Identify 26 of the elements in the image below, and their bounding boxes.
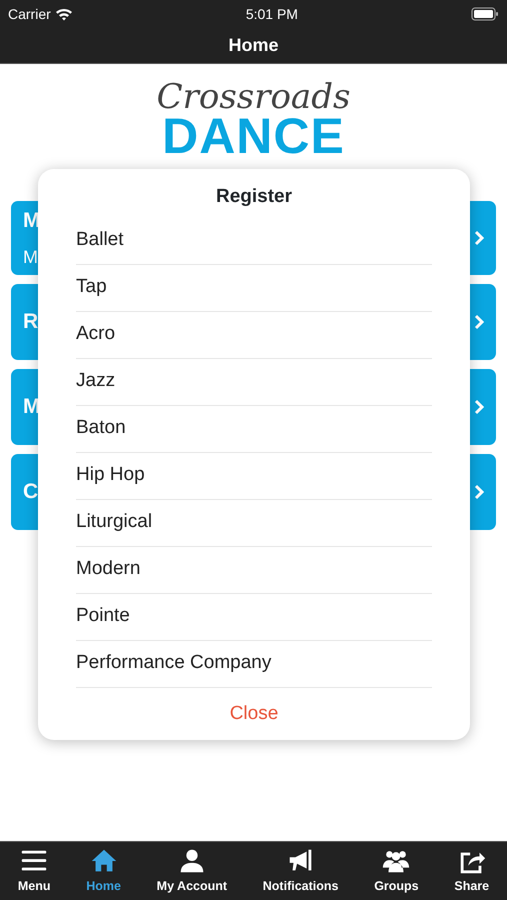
clock-text: 5:01 PM	[246, 4, 298, 24]
card-title: C	[23, 479, 38, 506]
dialog-option[interactable]: Modern	[76, 546, 432, 594]
tab-item[interactable]: My Account	[156, 846, 228, 896]
dialog-title: Register	[214, 185, 294, 209]
dialog-option[interactable]: Baton	[76, 406, 432, 452]
dialog-option[interactable]: Pointe	[76, 594, 432, 640]
nav-title: Home	[228, 34, 278, 57]
card-subtitle: M	[23, 246, 39, 270]
dialog-option[interactable]: Performance Company	[76, 640, 432, 688]
carrier-text: Carrier	[8, 4, 51, 24]
dialog-option[interactable]: Ballet	[76, 218, 432, 264]
card-title: R	[23, 309, 38, 336]
tab-item[interactable]: Notifications	[262, 846, 338, 896]
dialog-option[interactable]: Liturgical	[76, 500, 432, 546]
dialog-option[interactable]: Acro	[76, 312, 432, 358]
tab-item[interactable]: Share	[454, 846, 490, 896]
logo-word-text: DANCE	[162, 114, 345, 159]
dialog-option[interactable]: Jazz	[76, 358, 432, 406]
logo-script-text: Crossroads	[156, 80, 350, 114]
tab-item[interactable]: Home	[86, 846, 121, 896]
tab-item[interactable]: Groups	[374, 846, 419, 896]
dialog-option[interactable]: Hip Hop	[76, 452, 432, 500]
close-button[interactable]: Close	[76, 688, 432, 728]
dialog-option[interactable]: Tap	[76, 264, 432, 312]
tab-item[interactable]: Menu	[18, 846, 50, 896]
